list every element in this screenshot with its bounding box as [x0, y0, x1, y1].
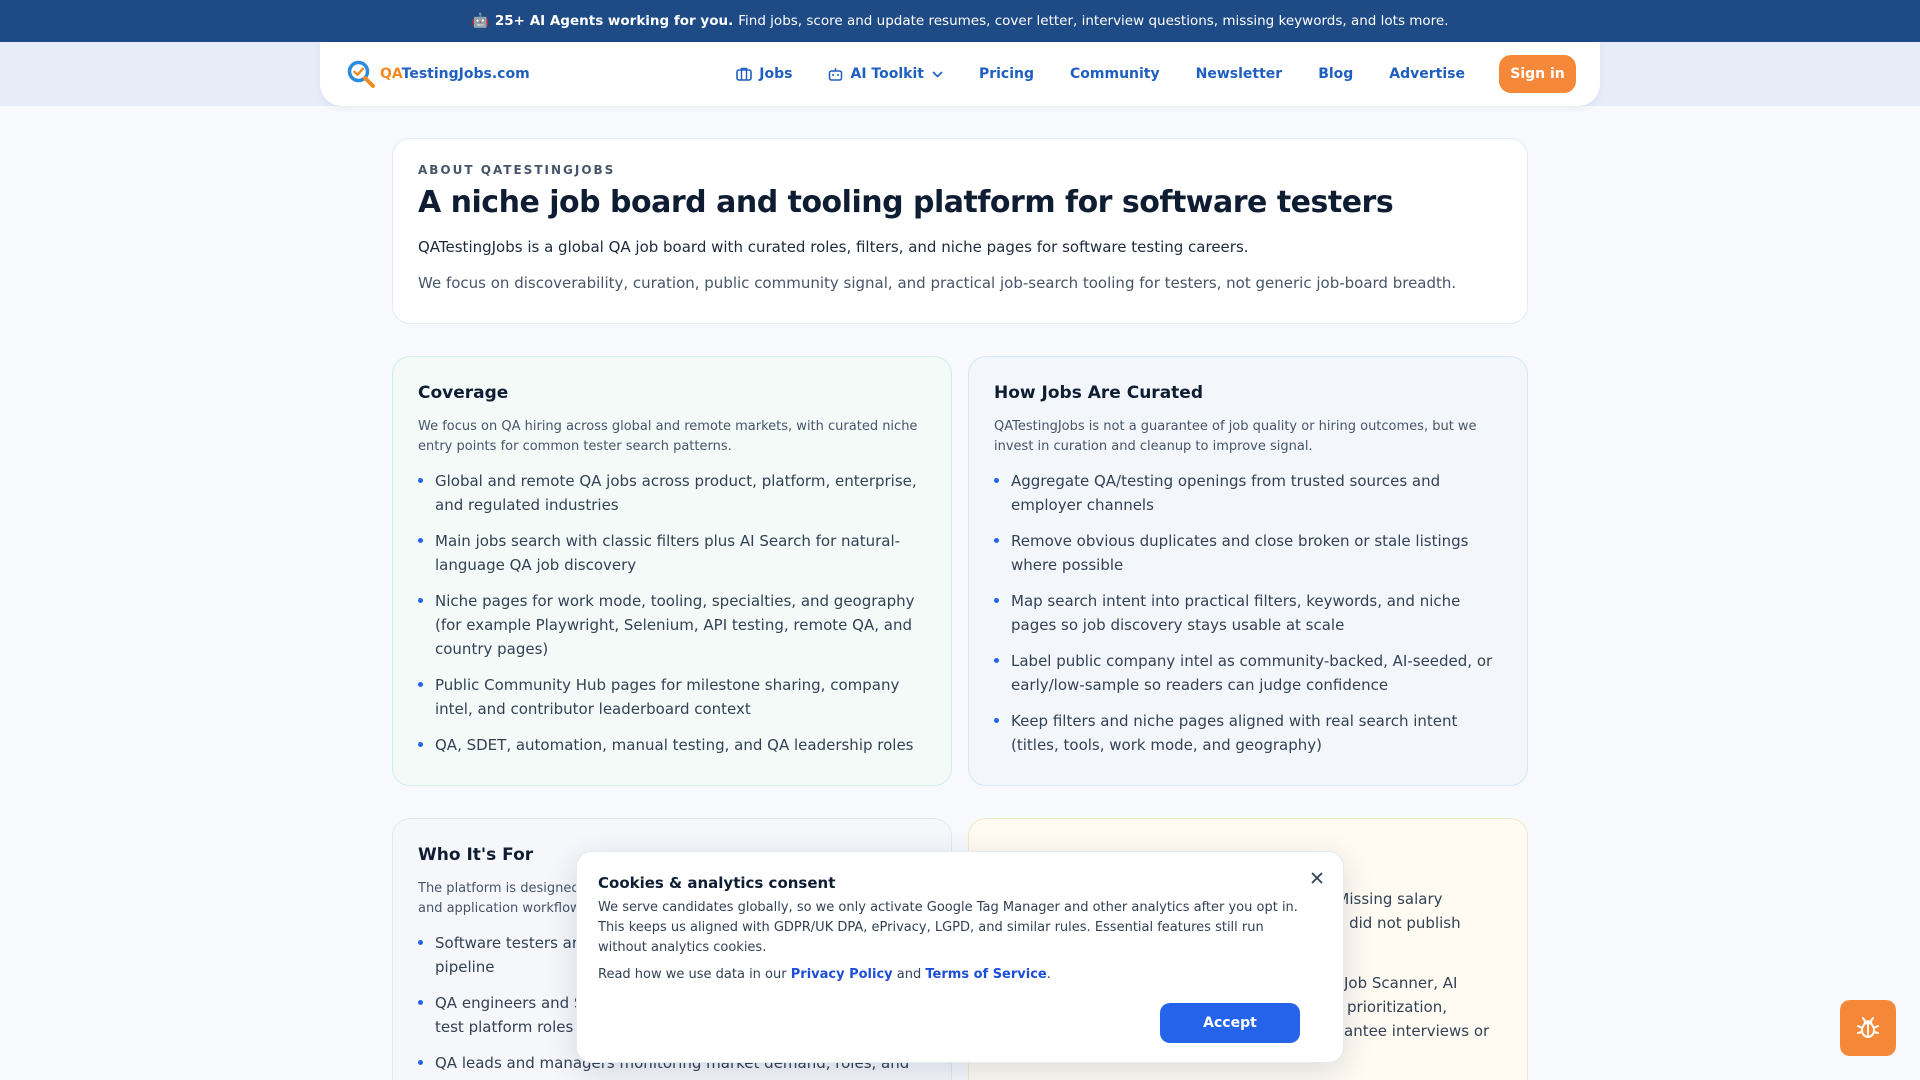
nav-item-jobs[interactable]: Jobs — [736, 66, 792, 82]
disclaimer-text: Job Scanner, AI — [1344, 974, 1458, 992]
about-summary: QATestingJobs is a global QA job board w… — [418, 238, 1249, 256]
briefcase-icon — [736, 67, 753, 81]
consent-title: Cookies & analytics consent — [598, 874, 836, 892]
logo-text: QATestingJobs.com — [380, 66, 530, 82]
nav-menu: Jobs AI Toolkit Pricing Community Newsle… — [700, 55, 1576, 93]
coverage-intro: We focus on QA hiring across global and … — [418, 419, 918, 454]
nav-item-pricing[interactable]: Pricing — [979, 66, 1034, 82]
disclaimer-text: prioritization, — [1347, 998, 1447, 1016]
cookie-consent-dialog: Cookies & analytics consent We serve can… — [576, 851, 1344, 1063]
about-focus: We focus on discoverability, curation, p… — [418, 274, 1457, 292]
list-item: Public Community Hub pages for milestone… — [418, 673, 926, 721]
list-item: QA, SDET, automation, manual testing, an… — [418, 733, 926, 757]
disclaimer-text: antee interviews or — [1344, 1022, 1490, 1040]
list-item: Label public company intel as community-… — [994, 649, 1502, 697]
close-icon[interactable] — [1309, 870, 1325, 886]
list-item: Map search intent into practical filters… — [994, 589, 1502, 637]
coverage-list: Global and remote QA jobs across product… — [418, 469, 926, 757]
robot-icon: 🤖 — [471, 13, 489, 29]
announcement-text: Find jobs, score and update resumes, cov… — [738, 13, 1449, 29]
nav-item-advertise[interactable]: Advertise — [1389, 66, 1465, 82]
curation-intro: QATestingJobs is not a guarantee of job … — [994, 419, 1477, 454]
robot-icon — [829, 68, 843, 81]
bug-icon — [1857, 1017, 1879, 1038]
sign-in-button[interactable]: Sign in — [1499, 55, 1576, 93]
nav-item-community[interactable]: Community — [1070, 66, 1160, 82]
magnifier-check-icon — [346, 59, 376, 89]
page-title: A niche job board and tooling platform f… — [418, 185, 1394, 220]
chevron-down-icon — [932, 70, 943, 78]
consent-links-line: Read how we use data in our Privacy Poli… — [598, 967, 1051, 982]
header: QATestingJobs.com Jobs AI Toolkit Pricin… — [0, 42, 1920, 106]
coverage-title: Coverage — [418, 383, 509, 403]
curation-title: How Jobs Are Curated — [994, 383, 1203, 403]
announcement-highlight: 25+ AI Agents working for you. — [494, 13, 734, 29]
list-item: Remove obvious duplicates and close brok… — [994, 529, 1502, 577]
coverage-card: Coverage We focus on QA hiring across gl… — [392, 356, 952, 786]
curation-list: Aggregate QA/testing openings from trust… — [994, 469, 1502, 757]
list-item: Main jobs search with classic filters pl… — [418, 529, 926, 577]
navbar: QATestingJobs.com Jobs AI Toolkit Pricin… — [320, 42, 1600, 106]
logo[interactable]: QATestingJobs.com — [346, 59, 530, 89]
terms-of-service-link[interactable]: Terms of Service — [925, 967, 1046, 982]
list-item: Keep filters and niche pages aligned wit… — [994, 709, 1502, 757]
announcement-bar: 🤖 25+ AI Agents working for you. Find jo… — [0, 0, 1920, 42]
list-item: Global and remote QA jobs across product… — [418, 469, 926, 517]
nav-item-newsletter[interactable]: Newsletter — [1196, 66, 1283, 82]
nav-item-ai-toolkit[interactable]: AI Toolkit — [828, 66, 943, 82]
list-item: Aggregate QA/testing openings from trust… — [994, 469, 1502, 517]
about-card: ABOUT QATESTINGJOBS A niche job board an… — [392, 138, 1528, 324]
accept-button[interactable]: Accept — [1160, 1003, 1300, 1043]
consent-body: We serve candidates globally, so we only… — [598, 900, 1298, 955]
nav-item-blog[interactable]: Blog — [1318, 66, 1353, 82]
bug-report-button[interactable] — [1840, 1000, 1896, 1056]
about-eyebrow: ABOUT QATESTINGJOBS — [418, 163, 616, 177]
privacy-policy-link[interactable]: Privacy Policy — [791, 967, 893, 982]
list-item: Niche pages for work mode, tooling, spec… — [418, 589, 926, 661]
curation-card: How Jobs Are Curated QATestingJobs is no… — [968, 356, 1528, 786]
